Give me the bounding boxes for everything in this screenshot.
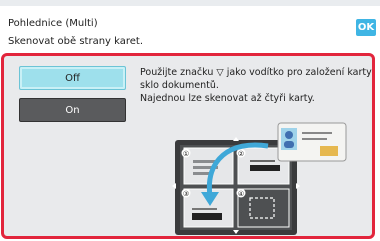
- marker-top-icon: [233, 137, 239, 141]
- card-chip-icon: [320, 146, 338, 156]
- slot-number-1: ①: [183, 150, 189, 158]
- marker-right-icon: [296, 183, 300, 189]
- card-3-line: [192, 208, 217, 210]
- card-2-barcode-icon: [250, 165, 280, 171]
- slot-4: [237, 188, 290, 228]
- person-head-icon: [285, 131, 293, 139]
- card-placement-illustration: ① ② ③ ④: [172, 122, 347, 235]
- slot-number-4: ④: [238, 190, 244, 198]
- person-body-icon: [284, 141, 294, 148]
- card-2-line: [250, 160, 275, 162]
- slot-number-3: ③: [183, 190, 189, 198]
- card-3-barcode-icon: [192, 213, 222, 220]
- card-text-line: [302, 132, 332, 134]
- slot-number-2: ②: [238, 150, 244, 158]
- postcard-multi-dialog: Pohlednice (Multi) Skenovat obě strany k…: [0, 0, 380, 241]
- card-text-line: [302, 138, 327, 140]
- marker-left-icon: [172, 183, 176, 189]
